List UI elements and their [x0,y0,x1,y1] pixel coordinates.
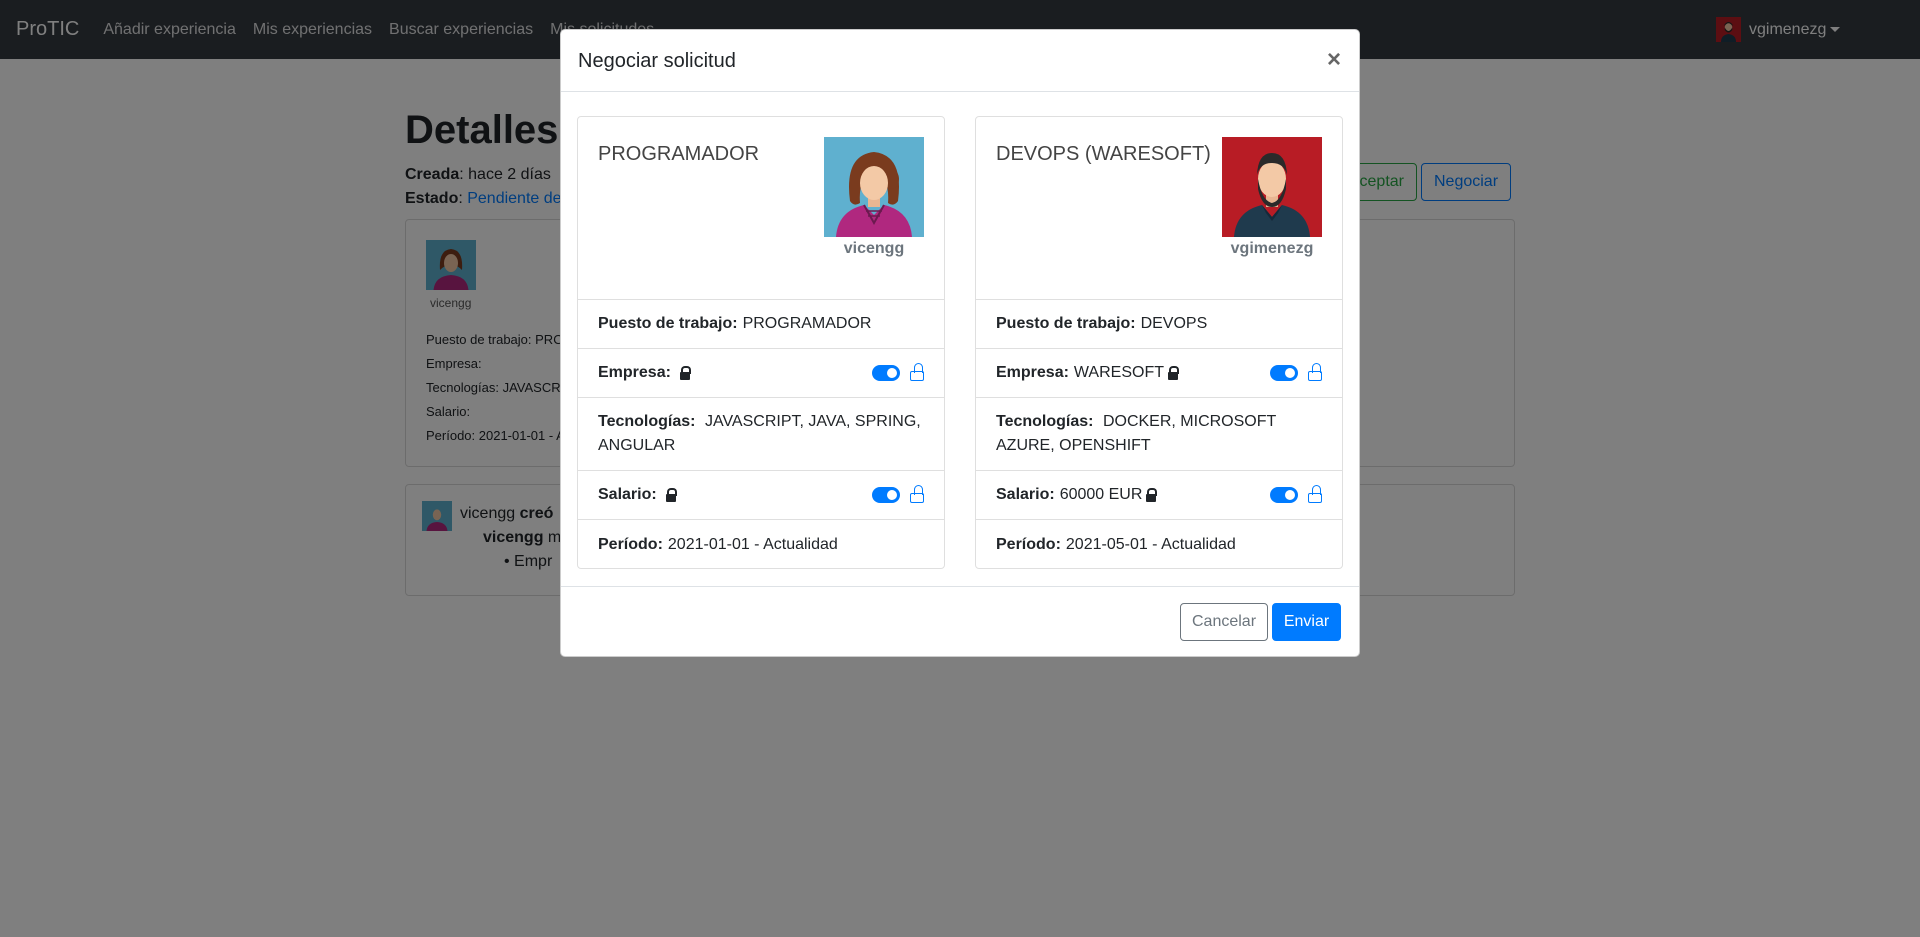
company-label: Empresa: [598,364,671,381]
card-left-header: PROGRAMADOR vicengg [578,117,944,300]
salary-controls-right [1270,485,1322,505]
avatar-male [1222,137,1322,237]
lock-icon [1146,488,1158,502]
company-toggle-right[interactable] [1270,365,1298,381]
company-controls-right [1270,363,1322,383]
avatar-female [824,137,924,237]
row-company-left: Empresa: [578,349,944,398]
send-button[interactable]: Enviar [1272,603,1341,641]
unlock-icon[interactable] [910,363,924,383]
experience-card-right: DEVOPS (WARESOFT) vgimenezg Puesto de tr… [975,116,1343,569]
tech-label: Tecnologías: [996,413,1094,430]
close-icon[interactable]: × [1327,46,1341,74]
company-toggle-left[interactable] [872,365,900,381]
company-controls-left [872,363,924,383]
experience-card-left: PROGRAMADOR vicengg Puesto de trabajo: P [577,116,945,569]
negotiate-modal: Negociar solicitud × PROGRAMADOR vicengg… [560,29,1360,657]
lock-icon [1168,366,1179,380]
row-job-right: Puesto de trabajo: DEVOPS [976,300,1342,349]
row-salary-right: Salario: 60000 EUR [976,471,1342,520]
row-period-right: Período: 2021-05-01 - Actualidad [976,520,1342,569]
lock-icon [665,488,677,502]
period-value: 2021-05-01 - Actualidad [1065,535,1236,553]
salary-value: 60000 EUR [1059,486,1143,503]
row-company-right: Empresa: WARESOFT [976,349,1342,398]
period-label: Período: [996,535,1061,553]
salary-label: Salario: [996,486,1055,503]
card-left-heading: PROGRAMADOR [598,143,760,165]
job-label: Puesto de trabajo: [996,315,1136,332]
row-tech-left: Tecnologías: JAVASCRIPT, JAVA, SPRING, A… [578,398,944,471]
lock-icon [679,366,691,380]
tech-label: Tecnologías: [598,413,696,430]
unlock-icon[interactable] [1308,485,1322,505]
card-right-header: DEVOPS (WARESOFT) vgimenezg [976,117,1342,300]
job-value: PROGRAMADOR [742,315,872,332]
card-right-username: vgimenezg [1230,240,1314,257]
period-value: 2021-01-01 - Actualidad [667,535,838,553]
company-value: WARESOFT [1073,364,1164,381]
modal-title: Negociar solicitud [578,50,736,72]
company-label: Empresa: [996,364,1069,381]
unlock-icon[interactable] [910,485,924,505]
unlock-icon[interactable] [1308,363,1322,383]
row-period-left: Período: 2021-01-01 - Actualidad [578,520,944,569]
row-job-left: Puesto de trabajo: PROGRAMADOR [578,300,944,349]
salary-label: Salario: [598,486,657,503]
period-label: Período: [598,535,663,553]
cancel-button[interactable]: Cancelar [1180,603,1268,641]
salary-toggle-left[interactable] [872,487,900,503]
salary-toggle-right[interactable] [1270,487,1298,503]
job-label: Puesto de trabajo: [598,315,738,332]
card-left-username: vicengg [843,240,905,257]
modal-header: Negociar solicitud × [561,30,1359,92]
row-tech-right: Tecnologías: DOCKER, MICROSOFT AZURE, OP… [976,398,1342,471]
salary-controls-left [872,485,924,505]
modal-footer: Cancelar Enviar [561,586,1359,656]
row-salary-left: Salario: [578,471,944,520]
job-value: DEVOPS [1140,315,1208,332]
card-right-heading: DEVOPS (WARESOFT) [996,143,1211,165]
